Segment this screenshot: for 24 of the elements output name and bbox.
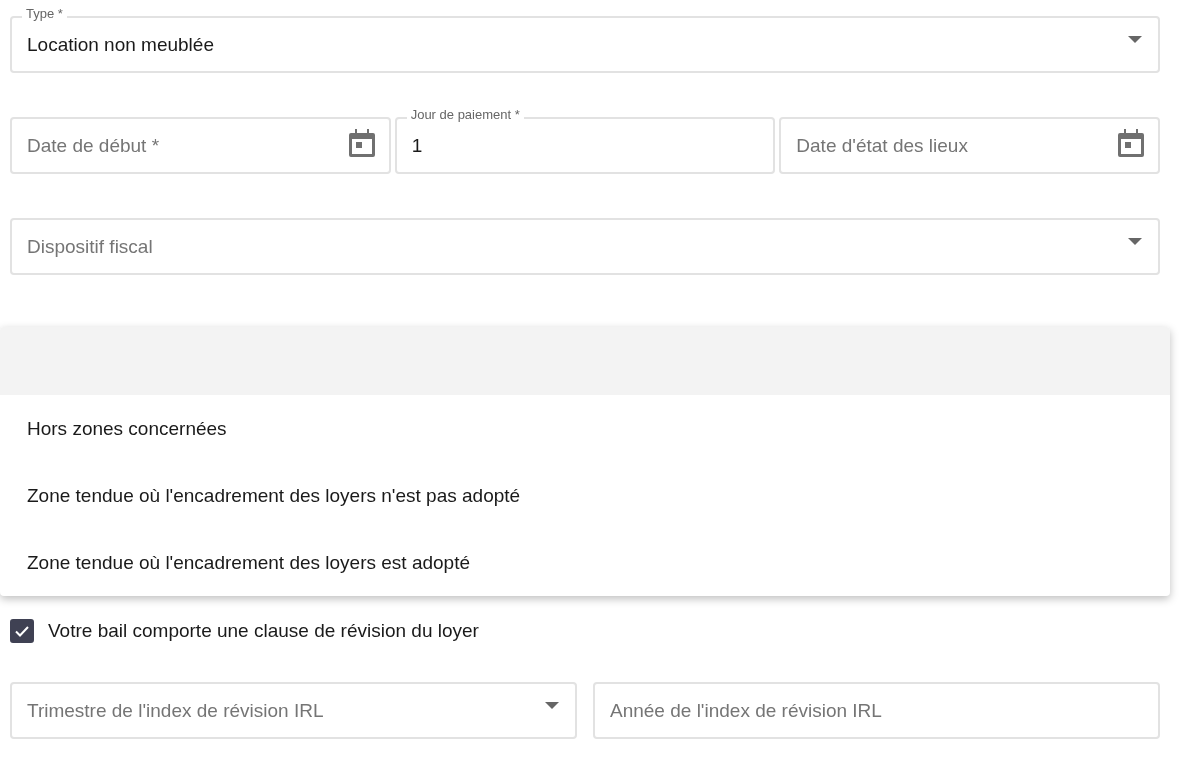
caret-icon xyxy=(545,702,559,709)
field-label: Type * xyxy=(22,6,67,22)
menu-option[interactable]: Zone tendue où l'encadrement des loyers n'est pas adopté xyxy=(0,462,1170,529)
field-label: Jour de paiement * xyxy=(406,107,524,123)
placeholder-text: Dispositif fiscal xyxy=(27,235,154,258)
caret-icon xyxy=(1128,238,1142,245)
placeholder-text: Date d'état des lieux xyxy=(796,134,969,157)
select-field[interactable]: Trimestre de l'index de révision IRL xyxy=(10,682,577,739)
date-field[interactable]: Date d'état des lieux xyxy=(779,117,1160,174)
checkbox[interactable] xyxy=(10,619,34,643)
menu-option[interactable]: Hors zones concernées xyxy=(0,395,1170,462)
caret-icon xyxy=(1128,36,1142,43)
menu-option[interactable]: Zone tendue où l'encadrement des loyers est adopté xyxy=(0,529,1170,596)
date-field[interactable]: Date de début * xyxy=(10,117,391,174)
calendar-icon xyxy=(1118,128,1144,157)
placeholder-text: Année de l'index de révision IRL xyxy=(610,699,883,722)
input-field[interactable]: Année de l'index de révision IRL xyxy=(593,682,1160,739)
checkbox-label: Votre bail comporte une clause de révision du loyer xyxy=(48,620,479,642)
select-field[interactable]: Dispositif fiscal xyxy=(10,218,1160,275)
placeholder-text: Trimestre de l'index de révision IRL xyxy=(27,699,325,722)
field-value: 1 xyxy=(411,134,424,157)
calendar-icon xyxy=(348,128,375,157)
placeholder-text: Date de début * xyxy=(27,134,161,157)
field-value: Location non meublée xyxy=(27,33,215,56)
